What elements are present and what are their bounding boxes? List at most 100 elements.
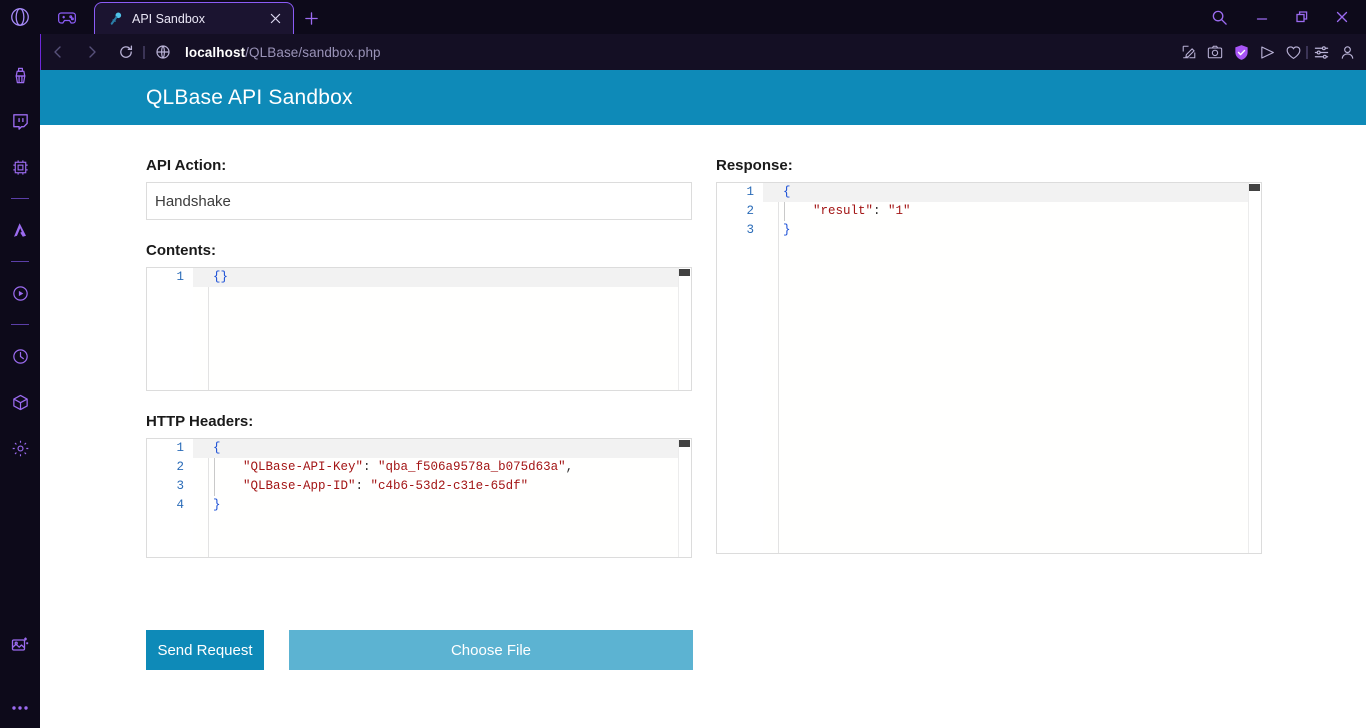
code-token: "c4b6-53d2-c31e-65df" (370, 479, 529, 493)
pinned-tab-gamepad[interactable] (40, 2, 94, 34)
code-token: : (355, 479, 371, 493)
editor-gutter: 1 (147, 268, 193, 390)
code-token: : (873, 204, 889, 218)
line-number: 3 (746, 223, 754, 237)
editor-gutter: 1 2 3 (717, 183, 763, 553)
code-token: "qba_f506a9578a_b075d63a" (378, 460, 566, 474)
contents-editor[interactable]: 1 {} (146, 267, 692, 391)
sidebar-divider (11, 261, 29, 262)
browser-tab[interactable]: API Sandbox (94, 2, 294, 34)
scrollbar-thumb[interactable] (1249, 184, 1260, 191)
code-token: "result" (783, 204, 874, 218)
twitch-icon[interactable] (0, 98, 40, 144)
code-line: "result": "1" (763, 202, 1248, 221)
line-number: 2 (746, 204, 754, 218)
sidebar-divider (11, 324, 29, 325)
opera-logo-icon[interactable] (0, 0, 40, 34)
reload-icon[interactable] (109, 35, 143, 69)
code-token: , (565, 460, 574, 474)
code-line: { (763, 183, 1248, 202)
page-header: QLBase API Sandbox (40, 70, 1366, 125)
box-icon[interactable] (0, 379, 40, 425)
http-headers-label: HTTP Headers: (146, 413, 254, 430)
screenshot-icon[interactable] (1202, 35, 1228, 69)
back-arrow-icon[interactable] (41, 35, 75, 69)
code-token: : (363, 460, 379, 474)
code-token: { (783, 185, 791, 199)
minimize-icon[interactable] (1242, 0, 1282, 34)
code-token: "1" (888, 204, 911, 218)
api-action-label: API Action: (146, 157, 227, 174)
address-bar-actions (1176, 35, 1366, 69)
address-bar: localhost/QLBase/sandbox.php (40, 34, 1366, 70)
indent-guide (214, 458, 215, 496)
response-label: Response: (716, 157, 793, 174)
forward-arrow-icon[interactable] (75, 35, 109, 69)
easy-setup-icon[interactable] (1308, 35, 1334, 69)
url-text[interactable]: localhost/QLBase/sandbox.php (181, 45, 1176, 60)
response-column: Response: 1 2 3 { "result": "1"} (716, 157, 1262, 554)
line-number: 3 (176, 479, 184, 493)
close-icon[interactable] (265, 9, 285, 29)
window-controls (1196, 0, 1366, 34)
sidebar-divider (11, 198, 29, 199)
history-icon[interactable] (0, 333, 40, 379)
code-token: } (213, 498, 221, 512)
code-line: {} (193, 268, 678, 287)
editor-code[interactable]: { "result": "1"} (763, 183, 1248, 553)
request-column: API Action: Contents: 1{} HTTP Headers: … (146, 157, 692, 558)
edit-pin-icon[interactable] (1176, 35, 1202, 69)
editor-scrollbar[interactable] (678, 439, 691, 557)
code-token: } (783, 223, 791, 237)
editor-gutter: 1 2 3 4 (147, 439, 193, 557)
send-request-button[interactable]: Send Request (146, 630, 264, 670)
globe-icon[interactable] (145, 35, 181, 69)
editor-code[interactable]: {} (193, 268, 678, 390)
aria-ai-icon[interactable] (0, 207, 40, 253)
broom-icon[interactable] (0, 52, 40, 98)
page-viewport: QLBase API Sandbox API Action: Contents:… (40, 70, 1366, 728)
profile-icon[interactable] (1334, 35, 1360, 69)
send-to-device-icon[interactable] (1254, 35, 1280, 69)
image-effects-icon[interactable] (0, 622, 40, 668)
close-icon[interactable] (1322, 0, 1362, 34)
action-buttons: Send Request Choose File (146, 630, 693, 670)
api-action-input[interactable] (146, 182, 692, 220)
line-number: 1 (746, 185, 754, 199)
browser-window: API Sandbox localhost/QLBase/sandbox.php… (0, 0, 1366, 728)
url-host: localhost (185, 44, 246, 60)
code-line: } (763, 221, 1248, 240)
page-title: QLBase API Sandbox (146, 85, 353, 109)
title-bar: API Sandbox (0, 0, 1366, 34)
heart-icon[interactable] (1280, 35, 1306, 69)
cpu-icon[interactable] (0, 144, 40, 190)
settings-icon[interactable] (0, 425, 40, 471)
line-number: 4 (176, 498, 184, 512)
line-number: 1 (176, 441, 184, 455)
new-tab-button[interactable] (294, 2, 328, 34)
choose-file-button[interactable]: Choose File (289, 630, 693, 670)
tab-title: API Sandbox (132, 11, 205, 26)
more-icon[interactable] (0, 688, 40, 728)
editor-code[interactable]: { "QLBase-API-Key": "qba_f506a9578a_b075… (193, 439, 678, 557)
code-line: { (193, 439, 678, 458)
url-path: /QLBase/sandbox.php (245, 44, 381, 60)
code-line: "QLBase-App-ID": "c4b6-53d2-c31e-65df" (193, 477, 678, 496)
scrollbar-thumb[interactable] (679, 269, 690, 276)
tab-strip: API Sandbox (40, 0, 1196, 34)
code-token: "QLBase-App-ID" (213, 479, 356, 493)
restore-icon[interactable] (1282, 0, 1322, 34)
contents-label: Contents: (146, 242, 216, 259)
code-line: "QLBase-API-Key": "qba_f506a9578a_b075d6… (193, 458, 678, 477)
key-icon (107, 11, 123, 27)
editor-scrollbar[interactable] (1248, 183, 1261, 553)
player-icon[interactable] (0, 270, 40, 316)
browser-sidebar (0, 34, 40, 728)
search-icon[interactable] (1196, 0, 1242, 34)
scrollbar-thumb[interactable] (679, 440, 690, 447)
line-number: 2 (176, 460, 184, 474)
http-headers-editor[interactable]: 1 2 3 4 { "QLBase-API-Key": "qba_f506a9578a_… (146, 438, 692, 558)
vpn-shield-icon[interactable] (1228, 35, 1254, 69)
response-editor[interactable]: 1 2 3 { "result": "1"} (716, 182, 1262, 554)
editor-scrollbar[interactable] (678, 268, 691, 390)
